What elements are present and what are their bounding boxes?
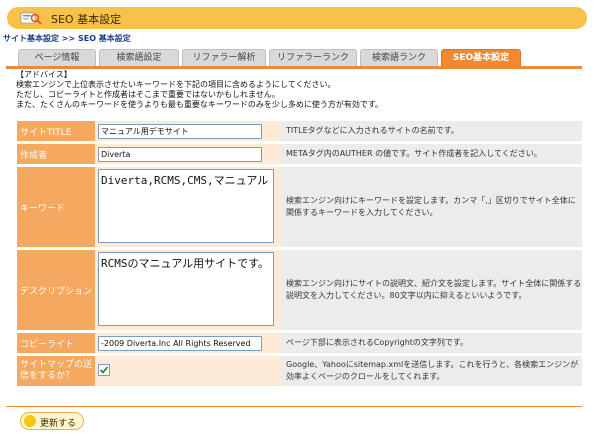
form-row-keywords: キーワード Diverta,RCMS,CMS,マニュアル 検索エンジン向けにキー… [17,167,582,247]
update-dot-icon [24,415,36,427]
site-title-input[interactable] [98,123,262,139]
advice-heading: 【アドバイス】 [16,70,72,79]
advice-line: ただし、コピーライトと作成者はそこまで重要ではないかもしれません。 [16,90,280,99]
form-row-copyright: コピーライト ページ下部に表示されるCopyrightの文字列です。 [17,333,582,353]
tab-underline [6,66,582,69]
seo-magnifier-icon [20,12,42,25]
footer-divider [6,406,582,407]
keywords-textarea[interactable]: Diverta,RCMS,CMS,マニュアル [98,168,274,243]
field-label: 作成者 [17,144,95,164]
author-input[interactable] [98,146,262,162]
copyright-input[interactable] [98,335,262,351]
seo-settings-form: サイトTITLE TITLEタグなどに入力されるサイトの名前です。 作成者 ME… [17,118,582,389]
tab-referrer-analysis[interactable]: リファラー解析 [182,49,266,66]
update-button-label: 更新する [40,419,77,429]
tab-search-term-rank[interactable]: 検索語ランク [360,49,438,66]
tab-referrer-rank[interactable]: リファラーランク [269,49,357,66]
field-description: ページ下部に表示されるCopyrightの文字列です。 [281,333,582,353]
field-label: キーワード [17,167,95,247]
breadcrumb-current: SEO 基本設定 [77,34,131,43]
breadcrumb: サイト基本設定 >> SEO 基本設定 [3,33,131,44]
field-description: 検索エンジン向けにキーワードを設定します。カンマ「,」区切りでサイト全体に関係す… [281,167,582,247]
tab-seo-basic-settings[interactable]: SEO基本設定 [441,49,521,66]
form-row-description: デスクリプション RCMSのマニュアル用サイトです。 検索エンジン向けにサイトの… [17,250,582,330]
sitemap-checkbox[interactable] [98,363,110,376]
field-description: Google、Yahooにsitemap.xmlを送信します。これを行うと、各検… [281,356,582,386]
advice-line: 検索エンジンで上位表示させたいキーワードを下記の項目に含めるようにしてください。 [16,80,336,89]
field-label: デスクリプション [17,250,95,330]
field-label: サイトTITLE [17,121,95,141]
checkmark-icon [99,365,109,374]
form-row-site-title: サイトTITLE TITLEタグなどに入力されるサイトの名前です。 [17,121,582,141]
form-row-author: 作成者 METAタグ内のAUTHER の値です。サイト作成者を記入してください。 [17,144,582,164]
header-bar: SEO 基本設定 [7,7,587,29]
field-description: TITLEタグなどに入力されるサイトの名前です。 [281,121,582,141]
advice-line: また、たくさんのキーワードを使うよりも最も重要なキーワードのみを少し多めに使う方… [16,100,384,109]
field-description: METAタグ内のAUTHER の値です。サイト作成者を記入してください。 [281,144,582,164]
update-button[interactable]: 更新する [20,412,84,430]
tab-page-info[interactable]: ページ情報 [18,49,96,66]
field-label: コピーライト [17,333,95,353]
breadcrumb-parent-link[interactable]: サイト基本設定 [3,34,59,43]
form-row-sitemap: サイトマップの送信をするか？ Google、Yahooにsitemap.xmlを… [17,356,582,386]
breadcrumb-separator: >> [59,34,78,43]
advice-box: 【アドバイス】 検索エンジンで上位表示させたいキーワードを下記の項目に含めるよう… [16,70,383,110]
field-description: 検索エンジン向けにサイトの説明文、紹介文を設定します。サイト全体に関係する説明文… [281,250,582,330]
field-label: サイトマップの送信をするか？ [17,356,95,386]
tab-search-term-settings[interactable]: 検索語設定 [99,49,179,66]
description-textarea[interactable]: RCMSのマニュアル用サイトです。 [98,251,274,326]
page-title: SEO 基本設定 [51,13,122,26]
